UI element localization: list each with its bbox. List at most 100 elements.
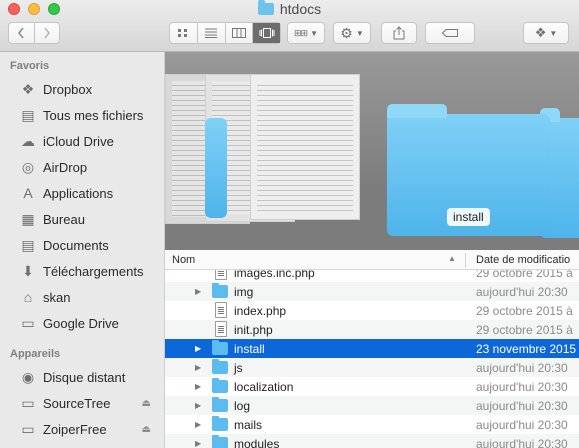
dropbox-icon: ❖	[534, 25, 547, 40]
file-name: img	[234, 284, 254, 299]
file-name: install	[234, 341, 265, 356]
chevron-down-icon: ▼	[355, 28, 364, 38]
sidebar-item-icloud-drive[interactable]: ☁ iCloud Drive	[0, 128, 165, 154]
action-button[interactable]: ⚙ ▼	[333, 22, 371, 44]
documents-icon: ▤	[21, 236, 35, 253]
table-row[interactable]: ▶ mails aujourd'hui 20:30	[165, 415, 579, 434]
modified-date: aujourd'hui 20:30	[476, 436, 568, 448]
table-row[interactable]: index.php 29 octobre 2015 à	[165, 301, 579, 320]
sidebar-item-downloads[interactable]: ⬇ Téléchargements	[0, 258, 165, 284]
disclosure-triangle-icon[interactable]: ▶	[195, 439, 201, 448]
coverflow-preview[interactable]: install	[165, 52, 579, 250]
column-view-icon	[231, 28, 246, 38]
sidebar-item-desktop[interactable]: ▦ Bureau	[0, 206, 165, 232]
drive-icon: ▭	[21, 394, 35, 411]
modified-date: aujourd'hui 20:30	[476, 398, 568, 413]
icon-view-icon	[178, 29, 188, 37]
list-view-button[interactable]	[198, 23, 226, 43]
sidebar-item-label: skan	[43, 289, 71, 305]
modified-date: aujourd'hui 20:30	[476, 379, 568, 394]
table-row[interactable]: ▶ localization aujourd'hui 20:30	[165, 377, 579, 396]
back-button[interactable]	[9, 23, 35, 43]
modified-date: aujourd'hui 20:30	[476, 284, 568, 299]
sidebar-heading-favorites: Favoris	[10, 60, 50, 72]
chevron-right-icon	[44, 27, 50, 39]
toolbar: htdocs ⊞⊞ ▼ ⚙ ▼ ❖ ▼	[0, 0, 579, 52]
disclosure-triangle-icon[interactable]: ▶	[195, 382, 201, 391]
dropbox-icon: ❖	[21, 80, 35, 97]
folder-icon	[212, 340, 228, 355]
sidebar-item-zoiperfree[interactable]: ▭ ZoiperFree ⏏	[0, 416, 165, 442]
sidebar-item-all-files[interactable]: ▤ Tous mes fichiers	[0, 102, 165, 128]
coverflow-document-thumbnail	[250, 74, 360, 220]
sidebar-item-label: Tous mes fichiers	[43, 107, 144, 123]
disclosure-triangle-icon[interactable]: ▶	[195, 344, 201, 353]
share-button[interactable]	[381, 22, 417, 44]
airdrop-icon: ◎	[21, 158, 35, 175]
all-files-icon: ▤	[21, 106, 35, 123]
file-name: log	[234, 398, 251, 413]
table-row[interactable]: ▶ modules aujourd'hui 20:30	[165, 434, 579, 448]
gear-icon: ⚙	[340, 24, 353, 41]
table-row[interactable]: images.inc.php 29 octobre 2015 à	[165, 270, 579, 282]
folder-icon: ▭	[21, 314, 35, 331]
sidebar-item-dropbox[interactable]: ❖ Dropbox	[0, 76, 165, 102]
sidebar-item-label: Bureau	[43, 211, 85, 227]
finder-window: htdocs ⊞⊞ ▼ ⚙ ▼ ❖ ▼ Favoris ❖ Dropbox ▤ …	[0, 0, 579, 448]
file-name: images.inc.php	[234, 270, 315, 280]
column-header-date[interactable]: Date de modificatio	[476, 254, 570, 266]
eject-icon[interactable]: ⏏	[142, 398, 151, 409]
sidebar-item-home[interactable]: ⌂ skan	[0, 284, 165, 310]
sidebar-item-label: Applications	[43, 185, 114, 201]
modified-date: aujourd'hui 20:30	[476, 360, 568, 375]
sidebar-item-label: Disque distant	[43, 369, 126, 385]
column-header-name[interactable]: Nom	[172, 254, 195, 266]
file-name: modules	[234, 436, 280, 448]
file-name: index.php	[234, 303, 287, 318]
document-icon	[215, 270, 227, 280]
sidebar-item-remote-disc[interactable]: ◉ Disque distant	[0, 364, 165, 390]
sidebar-item-google-drive[interactable]: ▭ Google Drive	[0, 310, 165, 336]
sidebar-item-label: ZoiperFree	[43, 421, 107, 437]
sidebar-item-airdrop[interactable]: ◎ AirDrop	[0, 154, 165, 180]
eject-icon[interactable]: ⏏	[142, 424, 151, 435]
table-row[interactable]: init.php 29 octobre 2015 à	[165, 320, 579, 339]
column-view-button[interactable]	[226, 23, 254, 43]
list-header: Nom ▲ Date de modificatio	[165, 250, 579, 270]
modified-date: 29 octobre 2015 à	[476, 322, 573, 337]
chevron-left-icon	[18, 27, 24, 39]
modified-date: 29 octobre 2015 à	[476, 303, 573, 318]
forward-button[interactable]	[35, 23, 60, 43]
table-row[interactable]: ▶ install 23 novembre 2015	[165, 339, 579, 358]
document-lines	[257, 81, 353, 213]
sidebar-item-label: Google Drive	[43, 315, 119, 331]
table-row[interactable]: ▶ img aujourd'hui 20:30	[165, 282, 579, 301]
table-row[interactable]: ▶ log aujourd'hui 20:30	[165, 396, 579, 415]
disclosure-triangle-icon[interactable]: ▶	[195, 363, 201, 372]
coverflow-view-button[interactable]	[253, 23, 280, 43]
disclosure-triangle-icon[interactable]: ▶	[195, 287, 201, 296]
folder-icon	[212, 397, 228, 412]
tags-button[interactable]	[425, 22, 475, 44]
file-name: js	[234, 360, 243, 375]
table-row[interactable]: ▶ js aujourd'hui 20:30	[165, 358, 579, 377]
column-divider[interactable]	[465, 253, 466, 267]
sidebar: Favoris ❖ Dropbox ▤ Tous mes fichiers ☁ iCl…	[0, 52, 165, 448]
arrange-button[interactable]: ⊞⊞ ▼	[287, 22, 325, 44]
arrange-icon: ⊞⊞	[293, 27, 308, 38]
icon-view-button[interactable]	[170, 23, 198, 43]
disclosure-triangle-icon[interactable]: ▶	[195, 420, 201, 429]
window-title: htdocs	[0, 0, 579, 17]
chevron-down-icon: ▼	[549, 28, 558, 38]
sidebar-item-label: Dropbox	[43, 81, 93, 97]
home-icon: ⌂	[23, 289, 33, 305]
disclosure-triangle-icon[interactable]: ▶	[195, 401, 201, 410]
sidebar-item-label: SourceTree	[43, 395, 111, 411]
window-title-text: htdocs	[279, 1, 322, 17]
sidebar-item-documents[interactable]: ▤ Documents	[0, 232, 165, 258]
dropbox-button[interactable]: ❖ ▼	[523, 22, 569, 44]
sidebar-item-applications[interactable]: A Applications	[0, 180, 165, 206]
sidebar-item-sourcetree[interactable]: ▭ SourceTree ⏏	[0, 390, 165, 416]
folder-icon	[212, 283, 228, 298]
desktop-icon: ▦	[21, 210, 35, 227]
